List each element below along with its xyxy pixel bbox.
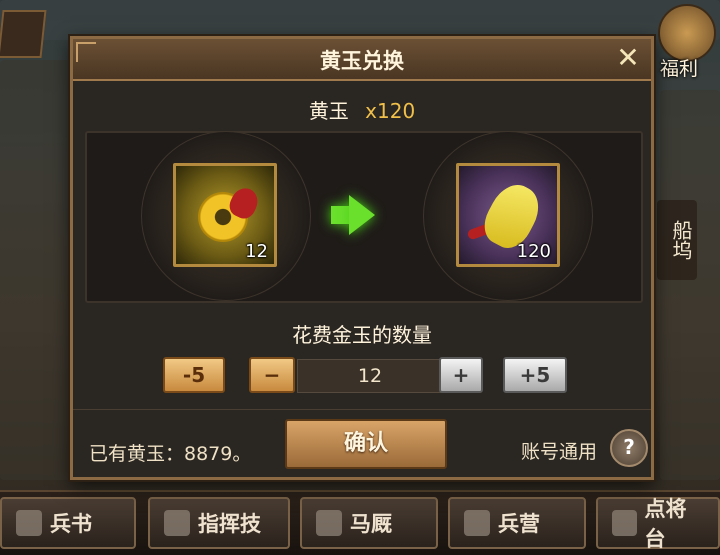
divider	[73, 409, 651, 410]
dock-button[interactable]: 船坞	[657, 200, 697, 280]
exchange-panel: 12 120	[85, 131, 643, 303]
quantity-label: 花费金玉的数量	[292, 323, 432, 347]
horse-icon	[316, 510, 342, 536]
minus-five-button[interactable]: -5	[163, 357, 225, 393]
side-book-icon[interactable]	[0, 10, 47, 58]
plus-button[interactable]: +	[439, 357, 483, 393]
owned-amount-text: 已有黄玉：8879。	[89, 443, 252, 465]
confirm-button[interactable]: 确认	[285, 419, 447, 469]
nav-item-bingying[interactable]: 兵营	[448, 497, 586, 549]
welfare-label: 福利	[659, 58, 698, 80]
source-item-slot[interactable]: 12	[173, 163, 277, 267]
nav-item-dianjiangtai[interactable]: 点将台	[596, 497, 720, 551]
nav-label: 点将台	[644, 497, 687, 551]
close-icon[interactable]: ✕	[613, 44, 643, 74]
exchange-dialog: 黄玉兑换 ✕ 黄玉 x120 12 120 花费金玉的数量 -5 − 12 + …	[70, 36, 654, 480]
nav-label: 指挥技	[198, 512, 261, 536]
resource-line: 黄玉 x120	[73, 95, 651, 124]
dialog-title: 黄玉兑换	[320, 49, 404, 73]
arrow-tail	[331, 206, 351, 224]
green-right-arrow-icon	[349, 195, 375, 235]
general-icon	[612, 510, 637, 536]
dialog-title-bar: 黄玉兑换 ✕	[73, 39, 651, 81]
resource-count: x120	[365, 99, 416, 123]
flag-icon	[164, 510, 190, 536]
quantity-stepper: -5 − 12 + +5	[73, 355, 651, 397]
minus-button[interactable]: −	[249, 357, 295, 393]
resource-name: 黄玉	[308, 99, 349, 123]
plus-five-button[interactable]: +5	[503, 357, 567, 393]
welfare-button[interactable]: 福利	[652, 4, 720, 80]
nav-item-majiu[interactable]: 马厩	[300, 497, 438, 549]
source-item-count: 12	[245, 241, 268, 262]
quantity-input[interactable]: 12	[297, 359, 443, 393]
nav-label: 马厩	[350, 512, 392, 536]
nav-label: 兵营	[498, 512, 540, 536]
target-item-count: 120	[516, 241, 551, 262]
nav-label: 兵书	[50, 512, 92, 536]
shield-icon	[464, 510, 490, 536]
target-item-slot[interactable]: 120	[456, 163, 560, 267]
book-icon	[16, 510, 42, 536]
nav-item-zhihuiji[interactable]: 指挥技	[148, 497, 290, 549]
nav-item-bingshu[interactable]: 兵书	[0, 497, 136, 549]
account-shared-text: 账号通用	[521, 441, 598, 463]
help-icon[interactable]: ?	[610, 429, 648, 467]
